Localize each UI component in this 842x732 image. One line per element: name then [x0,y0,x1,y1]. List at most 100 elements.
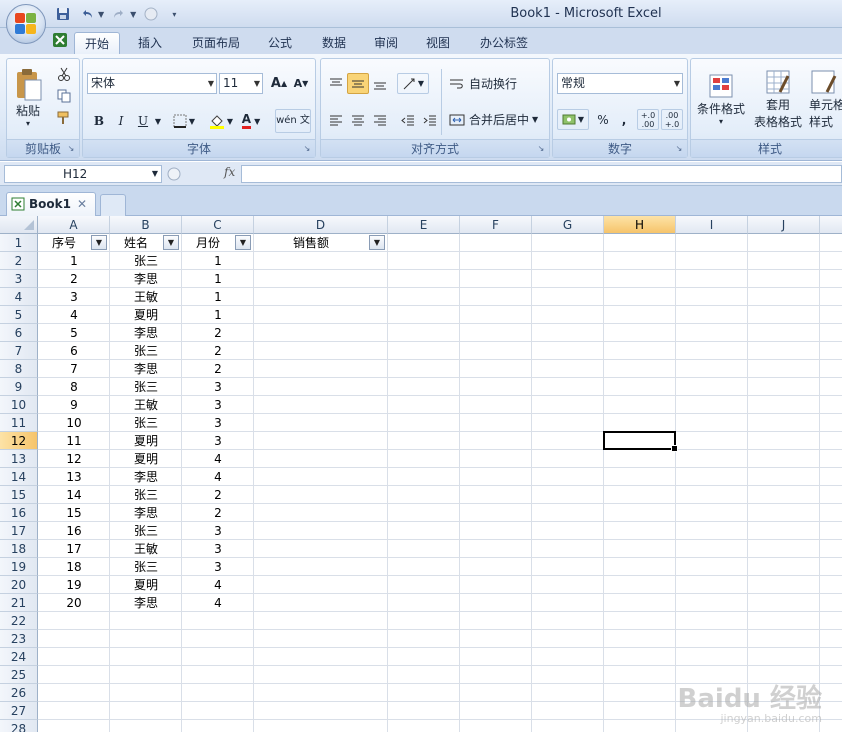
row-header-14[interactable]: 14 [0,468,38,486]
row-header-23[interactable]: 23 [0,630,38,648]
wrap-text-button[interactable]: 自动换行 [449,73,545,94]
insert-function-button[interactable]: fx [224,165,235,179]
active-cell-outline[interactable] [603,431,678,452]
underline-button[interactable]: U [133,111,153,131]
table-cell[interactable]: 3 [182,396,254,414]
spreadsheet-grid[interactable]: ABCDEFGHIJ 1 2 3 4 5 6 7 8 9 10 11 12 13 14 15 16 17 18 19… [0,216,842,732]
clipboard-launcher-icon[interactable]: ↘ [66,144,76,154]
conditional-formatting-button[interactable]: 条件格式 ▾ [695,63,747,135]
row-header-24[interactable]: 24 [0,648,38,666]
row-header-5[interactable]: 5 [0,306,38,324]
table-cell[interactable]: 2 [182,486,254,504]
table-cell[interactable]: 夏明 [110,432,182,450]
table-cell[interactable]: 张三 [110,558,182,576]
table-cell[interactable]: 7 [38,360,110,378]
column-header-h[interactable]: H [604,216,676,234]
close-icon[interactable]: ✕ [77,193,87,215]
new-tab-button[interactable] [100,194,126,216]
paste-button[interactable]: 粘贴 ▾ [11,63,45,133]
table-cell[interactable]: 8 [38,378,110,396]
table-cell[interactable]: 李思 [110,594,182,612]
filter-dropdown-icon[interactable]: ▼ [369,235,385,250]
row-header-1[interactable]: 1 [0,234,38,252]
table-cell[interactable]: 19 [38,576,110,594]
cell-styles-button[interactable]: 单元格 样式 [809,63,842,135]
increase-indent-button[interactable] [419,109,441,130]
table-cell[interactable]: 2 [182,342,254,360]
tab-home[interactable]: 开始 [74,32,121,54]
table-cell[interactable]: 18 [38,558,110,576]
table-cell[interactable]: 2 [182,360,254,378]
tab-formulas[interactable]: 公式 [258,32,302,54]
copy-button[interactable] [55,87,73,105]
table-cell[interactable]: 2 [182,324,254,342]
font-size-select[interactable]: 11 ▼ [219,73,263,94]
row-header-16[interactable]: 16 [0,504,38,522]
column-header-j[interactable]: J [748,216,820,234]
table-cell[interactable]: 3 [182,414,254,432]
alignment-launcher-icon[interactable]: ↘ [536,144,546,154]
table-cell[interactable]: 9 [38,396,110,414]
column-header-d[interactable]: D [254,216,388,234]
header-cell[interactable]: 序号 [38,234,90,252]
office-button[interactable] [6,4,46,44]
align-bottom-button[interactable] [369,73,391,94]
name-box[interactable]: H12 ▼ [4,165,162,183]
row-header-22[interactable]: 22 [0,612,38,630]
table-cell[interactable]: 3 [182,378,254,396]
header-cell[interactable]: 姓名 [110,234,162,252]
table-cell[interactable]: 17 [38,540,110,558]
table-cell[interactable]: 张三 [110,378,182,396]
align-middle-button[interactable] [347,73,369,94]
formula-input[interactable] [241,165,842,183]
column-header-a[interactable]: A [38,216,110,234]
header-cell[interactable]: 月份 [182,234,234,252]
comma-button[interactable]: , [615,109,633,130]
tab-page-layout[interactable]: 页面布局 [182,32,250,54]
table-cell[interactable]: 张三 [110,252,182,270]
row-header-26[interactable]: 26 [0,684,38,702]
row-header-4[interactable]: 4 [0,288,38,306]
increase-decimal-button[interactable]: +.0 .00 [637,109,659,130]
table-cell[interactable]: 张三 [110,342,182,360]
row-header-13[interactable]: 13 [0,450,38,468]
table-cell[interactable]: 3 [38,288,110,306]
borders-button[interactable]: ▼ [171,111,197,131]
table-cell[interactable]: 1 [182,306,254,324]
table-cell[interactable]: 13 [38,468,110,486]
decrease-indent-button[interactable] [397,109,419,130]
table-cell[interactable]: 李思 [110,504,182,522]
fill-color-button[interactable]: ▼ [207,111,235,131]
table-cell[interactable]: 李思 [110,324,182,342]
header-cell[interactable]: 销售额 [254,234,368,252]
table-cell[interactable]: 王敏 [110,396,182,414]
filter-dropdown-icon[interactable]: ▼ [91,235,107,250]
column-header-c[interactable]: C [182,216,254,234]
column-header-f[interactable]: F [460,216,532,234]
table-cell[interactable]: 4 [182,594,254,612]
expand-bar-icon[interactable] [166,166,182,182]
table-cell[interactable]: 1 [182,252,254,270]
row-header-6[interactable]: 6 [0,324,38,342]
table-cell[interactable]: 20 [38,594,110,612]
table-cell[interactable]: 14 [38,486,110,504]
font-color-button[interactable]: A ▼ [237,111,265,131]
align-top-button[interactable] [325,73,347,94]
row-header-21[interactable]: 21 [0,594,38,612]
workbook-tab[interactable]: Book1 ✕ [6,192,96,216]
row-header-2[interactable]: 2 [0,252,38,270]
column-header-e[interactable]: E [388,216,460,234]
tab-review[interactable]: 审阅 [364,32,408,54]
row-header-11[interactable]: 11 [0,414,38,432]
tab-office-tabs[interactable]: 办公标签 [470,32,538,54]
align-center-button[interactable] [347,109,369,130]
table-cell[interactable]: 夏明 [110,576,182,594]
filter-dropdown-icon[interactable]: ▼ [163,235,179,250]
grow-font-button[interactable]: A ▲ [269,73,289,94]
row-header-10[interactable]: 10 [0,396,38,414]
table-cell[interactable]: 1 [182,270,254,288]
decrease-decimal-button[interactable]: .00 +.0 [661,109,683,130]
column-header-b[interactable]: B [110,216,182,234]
row-header-20[interactable]: 20 [0,576,38,594]
bold-button[interactable]: B [89,111,109,131]
